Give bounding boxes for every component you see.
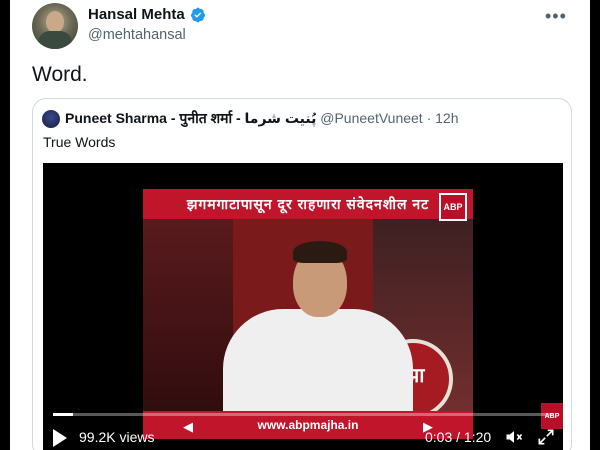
author-avatar[interactable] [32,3,78,49]
quoted-author-handle[interactable]: @PuneetVuneet [320,110,422,126]
quoted-author-avatar[interactable] [42,110,60,128]
quoted-author-name[interactable]: Puneet Sharma - पुनीत शर्मा - پُنیت شرما [65,110,316,126]
avatar-face [46,11,64,33]
view-count: 99.2K views [79,429,155,445]
video-controls: 99.2K views 0:03 / 1:20 [43,425,563,450]
tweet-text: Word. [32,63,88,86]
play-icon[interactable] [53,429,67,447]
quoted-separator: · [426,110,432,126]
expand-icon[interactable] [536,427,556,447]
video-bg-left [143,209,233,439]
right-frame [590,0,600,450]
quoted-text: True Words [43,134,116,150]
tweet[interactable]: Hansal Mehta @mehtahansal ••• Word. Pune… [10,0,590,450]
author-name[interactable]: Hansal Mehta [88,6,185,23]
abp-logo-icon: ABP [439,193,467,221]
person-hair [293,241,347,263]
more-horizontal-icon[interactable]: ••• [545,6,567,27]
abp-logo-text: ABP [443,202,463,212]
video-progress-bar[interactable] [53,413,553,416]
video-progress-fill [53,413,73,416]
video-banner: झगमगाटापासून दूर राहणारा संवेदनशील नट [143,189,473,219]
video-frame: माझा झगमगाटापासून दूर राहणारा संवेदनशील … [143,189,473,439]
author-name-row[interactable]: Hansal Mehta [88,6,206,23]
quoted-header: Puneet Sharma - पुनीत शर्मा - پُنیت شرما… [65,109,459,128]
avatar-body [38,31,72,49]
quoted-time[interactable]: 12h [435,110,458,126]
left-frame [0,0,10,450]
quoted-tweet[interactable]: Puneet Sharma - पुनीत शर्मा - پُنیت شرما… [32,98,572,450]
verified-badge-icon [190,7,205,22]
video-time: 0:03 / 1:20 [425,429,492,445]
video-banner-text: झगमगाटापासून दूर राहणारा संवेदनशील नट [186,195,430,212]
author-handle[interactable]: @mehtahansal [88,27,186,43]
mute-icon[interactable] [503,427,525,447]
video-player[interactable]: माझा झगमगाटापासून दूर राहणारा संवेदनशील … [43,163,563,450]
